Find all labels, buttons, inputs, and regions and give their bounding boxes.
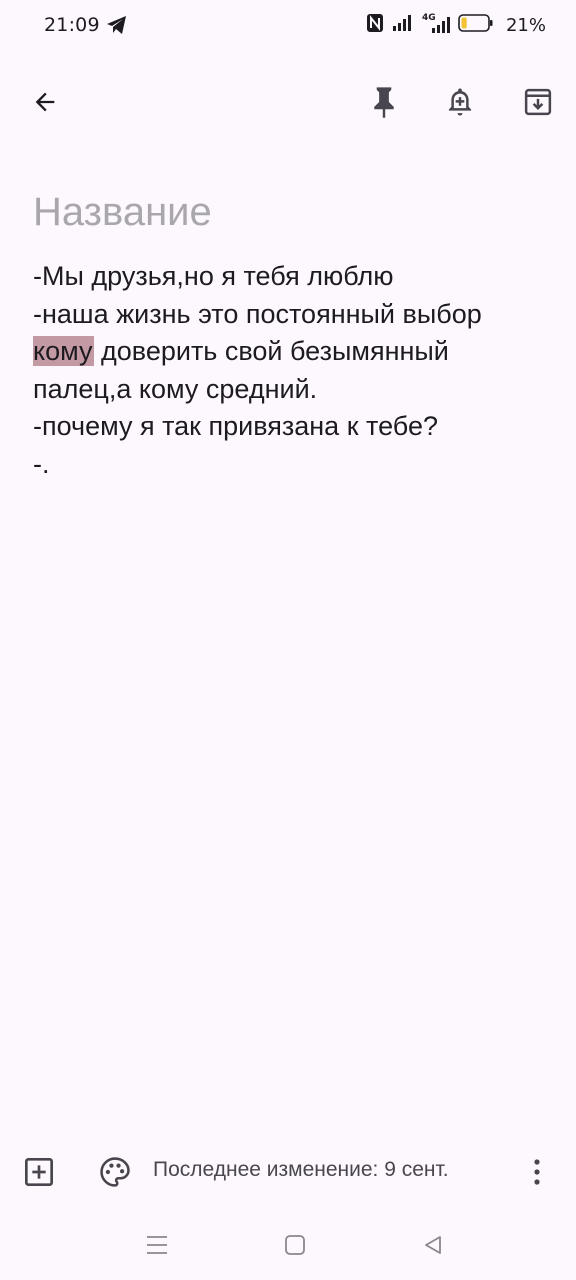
nfc-icon xyxy=(366,13,384,37)
add-content-button[interactable] xyxy=(18,1148,60,1196)
pin-icon xyxy=(374,87,394,118)
note-title-input[interactable]: Название xyxy=(33,186,543,238)
note-bottom-bar: Последнее изменение: 9 сент. xyxy=(0,1146,576,1198)
note-toolbar xyxy=(0,72,576,132)
status-bar: 21:09 4G 21% xyxy=(0,0,576,52)
note-line: -почему я так привязана к тебе? xyxy=(33,411,438,441)
system-back-button[interactable] xyxy=(416,1228,450,1262)
add-reminder-button[interactable] xyxy=(436,78,484,126)
archive-button[interactable] xyxy=(514,78,562,126)
telegram-icon xyxy=(106,15,128,35)
battery-icon xyxy=(458,13,494,37)
home-square-icon xyxy=(285,1235,305,1255)
back-button[interactable] xyxy=(21,78,69,126)
signal-icon xyxy=(392,14,412,36)
back-triangle-icon xyxy=(425,1236,441,1254)
status-icons: 4G 21% xyxy=(366,13,546,37)
note-line-with-selection: кому доверить свой безымянный xyxy=(33,333,553,371)
note-line: -наша жизнь это постоянный выбор xyxy=(33,298,482,329)
signal-4g-icon: 4G xyxy=(420,13,450,35)
note-line: палец,а кому средний. xyxy=(33,373,318,404)
add-reminder-icon xyxy=(448,88,472,116)
note-body-editor[interactable]: -Мы друзья,но я тебя люблю -наша жизнь э… xyxy=(33,258,553,483)
system-navigation-bar xyxy=(0,1220,576,1270)
note-line: -Мы друзья,но я тебя люблю xyxy=(33,261,394,291)
pin-button[interactable] xyxy=(360,78,408,126)
home-button[interactable] xyxy=(278,1228,312,1262)
note-line: -. xyxy=(33,448,50,479)
battery-percent: 21% xyxy=(505,14,546,36)
recents-menu-icon xyxy=(147,1236,167,1254)
more-vert-icon xyxy=(534,1159,540,1185)
last-edited-text: Последнее изменение: 9 сент. xyxy=(153,1158,449,1181)
palette-icon xyxy=(100,1157,130,1187)
recents-button[interactable] xyxy=(140,1228,174,1262)
status-time: 21:09 xyxy=(44,14,100,36)
back-arrow-icon xyxy=(35,92,55,112)
background-color-button[interactable] xyxy=(94,1148,136,1196)
more-options-button[interactable] xyxy=(522,1148,552,1196)
add-box-icon xyxy=(25,1158,53,1186)
selected-text[interactable]: кому xyxy=(33,336,94,366)
note-line-rest: доверить свой безымянный xyxy=(101,336,449,366)
archive-icon xyxy=(524,88,552,116)
